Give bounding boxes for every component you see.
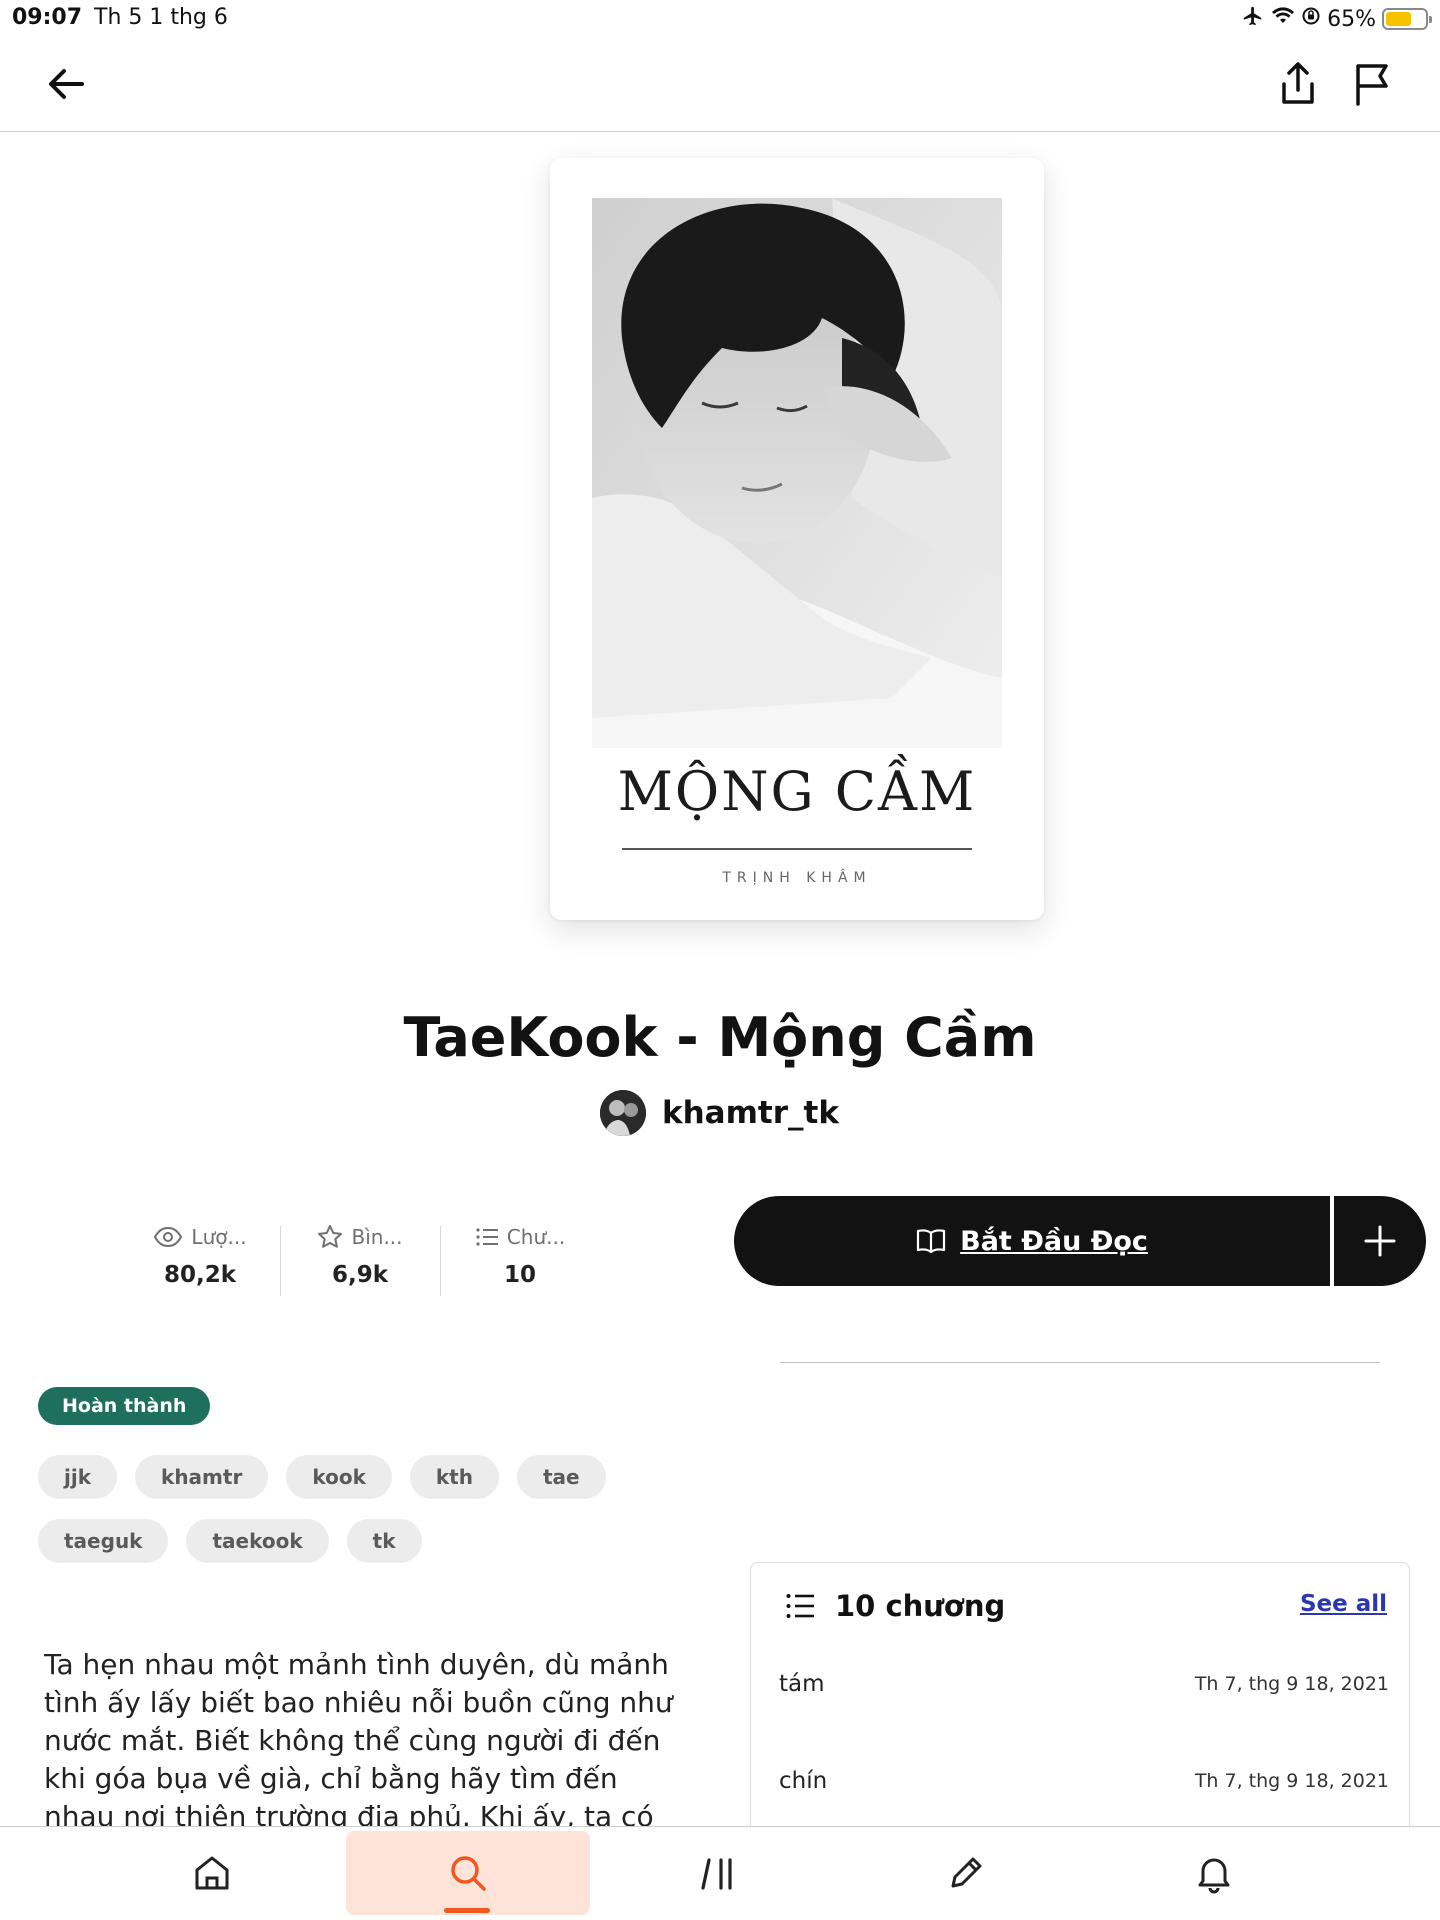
author-name: khamtr_tk bbox=[662, 1095, 839, 1131]
chapter-name: tám bbox=[779, 1671, 825, 1697]
list-icon bbox=[786, 1594, 814, 1618]
share-icon bbox=[1282, 62, 1314, 104]
start-reading-button[interactable]: Bắt Đầu Đọc bbox=[734, 1196, 1330, 1286]
chapter-date: Th 7, thg 9 18, 2021 bbox=[1194, 1673, 1389, 1695]
read-actions: Bắt Đầu Đọc bbox=[734, 1196, 1426, 1288]
status-bar: 09:07 Th 5 1 thg 6 65% bbox=[0, 0, 1440, 36]
status-badge: Hoàn thành bbox=[38, 1387, 211, 1425]
story-description[interactable]: Ta hẹn nhau một mảnh tình duyên, dù mảnh… bbox=[44, 1646, 684, 1826]
write-icon bbox=[951, 1857, 982, 1888]
divider bbox=[780, 1362, 1380, 1363]
stat-chapters-label: Chư... bbox=[506, 1225, 566, 1249]
stat-votes-label: Bìn... bbox=[351, 1225, 403, 1249]
tag-taeguk[interactable]: taeguk bbox=[38, 1519, 169, 1563]
cover-photo bbox=[592, 198, 1002, 748]
status-date: Th 5 1 thg 6 bbox=[94, 5, 228, 30]
bottom-tab-bar bbox=[0, 1826, 1440, 1920]
battery-percent: 65% bbox=[1327, 6, 1376, 32]
airplane-icon bbox=[1241, 5, 1265, 33]
rotation-lock-icon bbox=[1301, 6, 1321, 32]
tab-home[interactable] bbox=[90, 1831, 334, 1915]
bell-icon bbox=[1198, 1858, 1230, 1894]
chapters-header: 10 chương bbox=[785, 1589, 1005, 1623]
eye-icon bbox=[154, 1226, 183, 1248]
chapter-row[interactable]: chín Th 7, thg 9 18, 2021 bbox=[751, 1752, 1411, 1812]
stat-votes-value: 6,9k bbox=[331, 1262, 389, 1288]
stat-reads: Lượ... 80,2k bbox=[120, 1222, 280, 1296]
plus-icon bbox=[1364, 1225, 1396, 1257]
home-icon bbox=[195, 1856, 229, 1890]
star-icon bbox=[318, 1225, 343, 1248]
stat-reads-value: 80,2k bbox=[163, 1262, 237, 1288]
tag-kth[interactable]: kth bbox=[409, 1455, 499, 1499]
story-stats: Lượ... 80,2k Bìn... 6,9k Chư... 10 bbox=[120, 1222, 640, 1296]
tab-search[interactable] bbox=[346, 1831, 590, 1915]
tag-khamtr[interactable]: khamtr bbox=[135, 1455, 269, 1499]
story-title: TaeKook - Mộng Cầm bbox=[403, 1006, 1037, 1069]
tab-notifications[interactable] bbox=[1092, 1831, 1336, 1915]
book-open-icon bbox=[917, 1229, 946, 1254]
chapters-title: 10 chương bbox=[835, 1589, 1006, 1623]
cover-title: MỘNG CẦM bbox=[617, 760, 977, 823]
back-arrow-icon bbox=[49, 69, 84, 99]
tag-tae[interactable]: tae bbox=[516, 1455, 606, 1499]
tag-kook[interactable]: kook bbox=[286, 1455, 392, 1499]
active-tab-indicator bbox=[444, 1908, 490, 1913]
search-icon bbox=[451, 1856, 486, 1891]
cover-author: TRỊNH KHÂM bbox=[722, 870, 872, 886]
see-all-link[interactable]: See all bbox=[1300, 1591, 1387, 1617]
avatar bbox=[600, 1090, 646, 1136]
back-button[interactable] bbox=[36, 54, 96, 114]
battery-icon bbox=[1382, 8, 1432, 30]
add-to-library-button[interactable] bbox=[1334, 1196, 1426, 1286]
tab-write[interactable] bbox=[844, 1831, 1088, 1915]
stat-reads-label: Lượ... bbox=[191, 1225, 247, 1249]
stat-votes: Bìn... 6,9k bbox=[280, 1222, 440, 1296]
share-button[interactable] bbox=[1268, 54, 1328, 114]
tag-list: jjk khamtr kook kth tae taeguk taekook t… bbox=[38, 1455, 628, 1563]
stat-chapters: Chư... 10 bbox=[440, 1222, 600, 1296]
status-indicators: 65% bbox=[1241, 5, 1432, 33]
flag-icon bbox=[1356, 64, 1388, 106]
chapter-date: Th 7, thg 9 18, 2021 bbox=[1194, 1770, 1389, 1792]
wifi-icon bbox=[1271, 5, 1295, 33]
stat-chapters-value: 10 bbox=[503, 1262, 536, 1288]
chapter-name: chín bbox=[779, 1768, 828, 1794]
tag-jjk[interactable]: jjk bbox=[38, 1455, 118, 1499]
tag-taekook[interactable]: taekook bbox=[186, 1519, 329, 1563]
tag-tk[interactable]: tk bbox=[346, 1519, 422, 1563]
tab-library[interactable] bbox=[596, 1831, 840, 1915]
cover-divider bbox=[622, 848, 972, 850]
author-link[interactable]: khamtr_tk bbox=[600, 1090, 839, 1136]
library-icon bbox=[701, 1858, 732, 1890]
report-button[interactable] bbox=[1342, 54, 1402, 114]
status-time: 09:07 bbox=[12, 5, 83, 30]
chapter-row[interactable]: tám Th 7, thg 9 18, 2021 bbox=[751, 1655, 1411, 1715]
list-icon bbox=[476, 1228, 498, 1246]
start-reading-label: Bắt Đầu Đọc bbox=[960, 1225, 1148, 1257]
book-cover[interactable]: MỘNG CẦM TRỊNH KHÂM bbox=[550, 158, 1044, 920]
battery-level bbox=[1386, 12, 1411, 26]
top-nav bbox=[0, 36, 1440, 132]
